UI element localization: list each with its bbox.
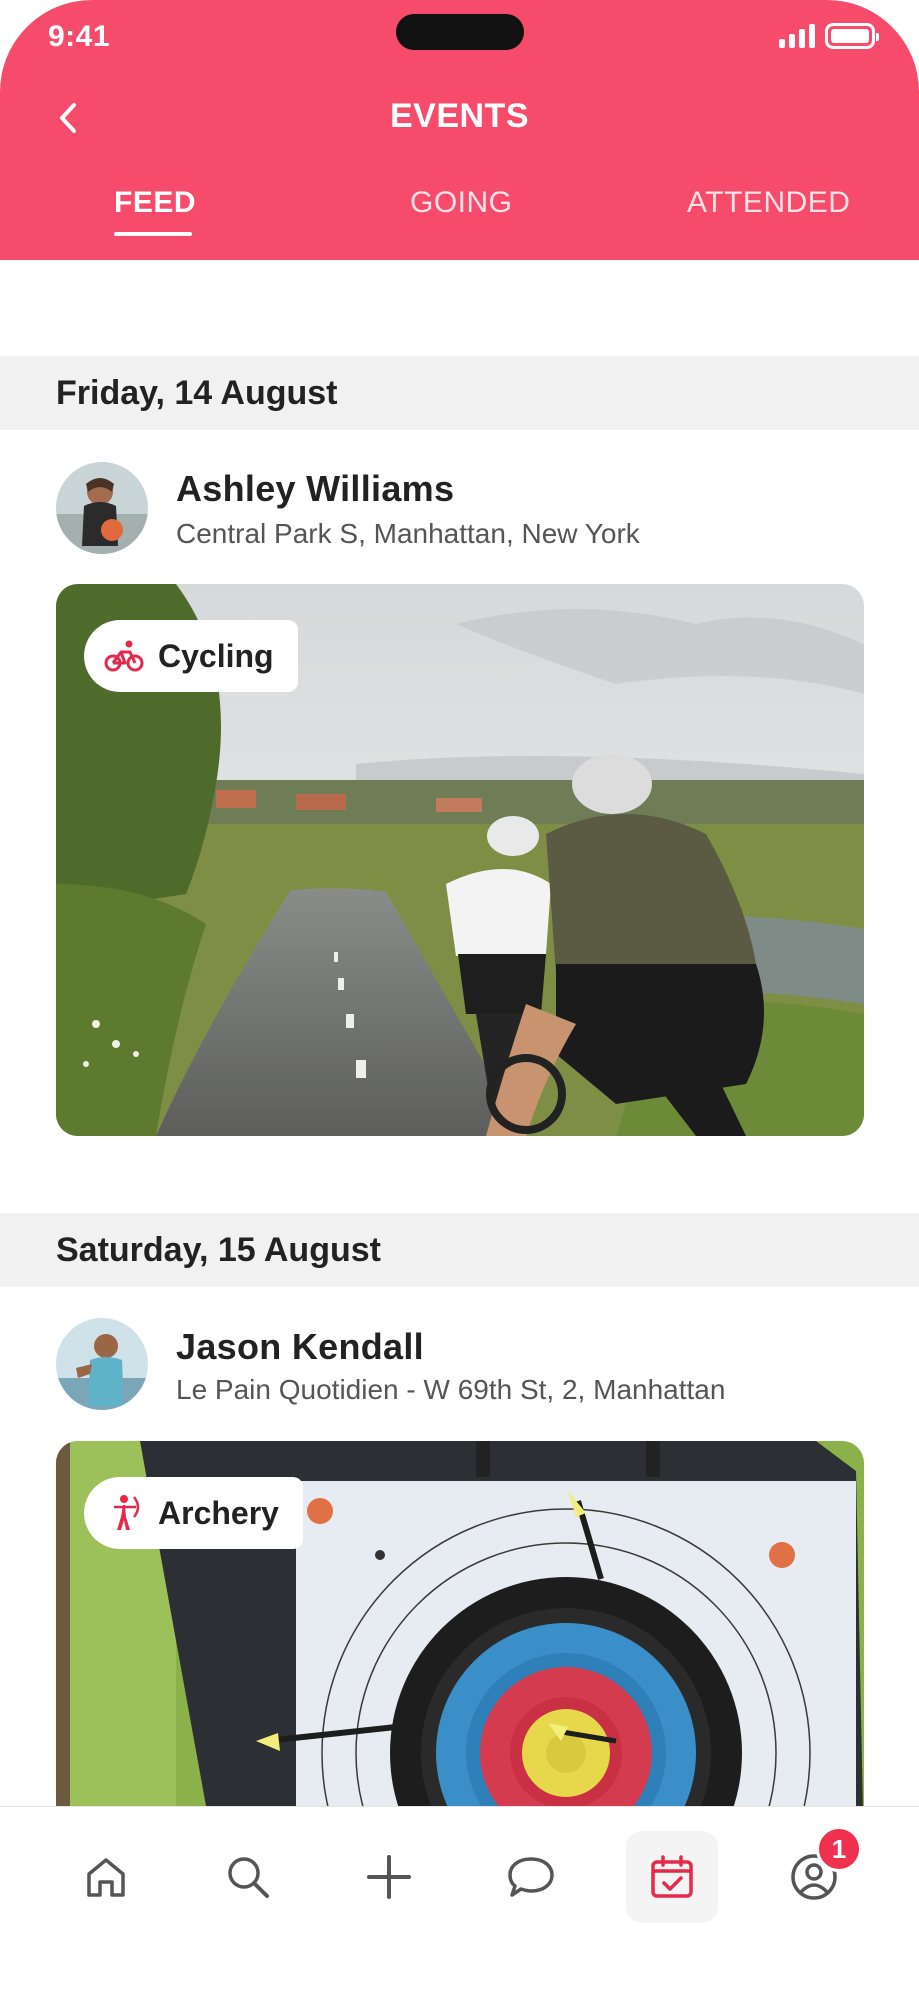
date-header: Saturday, 15 August [0, 1213, 919, 1287]
notification-badge: 1 [816, 1826, 862, 1872]
bottom-navigation [0, 1806, 919, 1998]
cellular-signal-icon [779, 24, 815, 48]
plus-icon [367, 1855, 411, 1899]
event-image[interactable]: Archery [56, 1441, 864, 1861]
search-icon [228, 1857, 269, 1898]
tab-feed[interactable]: FEED [114, 186, 196, 220]
calendar-check-icon [651, 1855, 693, 1898]
page-title: EVENTS [389, 97, 530, 135]
avatar[interactable] [56, 462, 148, 554]
home-icon [87, 1858, 125, 1897]
nav-search[interactable] [202, 1831, 294, 1923]
status-bar: 9:41 [0, 0, 919, 72]
category-label: Cycling [158, 637, 274, 674]
archer-icon [104, 1493, 144, 1533]
nav-create[interactable] [343, 1831, 435, 1923]
category-badge[interactable]: Archery [84, 1477, 303, 1549]
status-time: 9:41 [48, 20, 111, 53]
event-image[interactable]: Cycling [56, 584, 864, 1136]
dynamic-island [396, 14, 524, 50]
chat-icon [508, 1857, 554, 1897]
avatar[interactable] [56, 1318, 148, 1410]
category-badge[interactable]: Cycling [84, 620, 298, 692]
app-header: 9:41 EVENTS FEED GOING ATTENDED [0, 0, 919, 260]
events-screen: 9:41 EVENTS FEED GOING ATTENDED Friday, … [0, 0, 919, 1998]
host-name[interactable]: Jason Kendall [176, 1326, 424, 1368]
nav-messages[interactable] [485, 1831, 577, 1923]
nav-events[interactable] [626, 1831, 718, 1923]
tab-going[interactable]: GOING [410, 186, 513, 220]
active-tab-indicator [114, 232, 192, 236]
event-location: Central Park S, Manhattan, New York [176, 518, 640, 549]
event-location: Le Pain Quotidien - W 69th St, 2, Manhat… [176, 1374, 726, 1405]
category-label: Archery [158, 1494, 279, 1531]
tab-attended[interactable]: ATTENDED [687, 186, 850, 220]
host-name[interactable]: Ashley Williams [176, 468, 454, 510]
battery-icon [825, 23, 879, 49]
nav-home[interactable] [60, 1831, 152, 1923]
date-header: Friday, 14 August [0, 356, 919, 430]
bicycle-icon [104, 636, 144, 676]
status-icons [779, 20, 879, 52]
